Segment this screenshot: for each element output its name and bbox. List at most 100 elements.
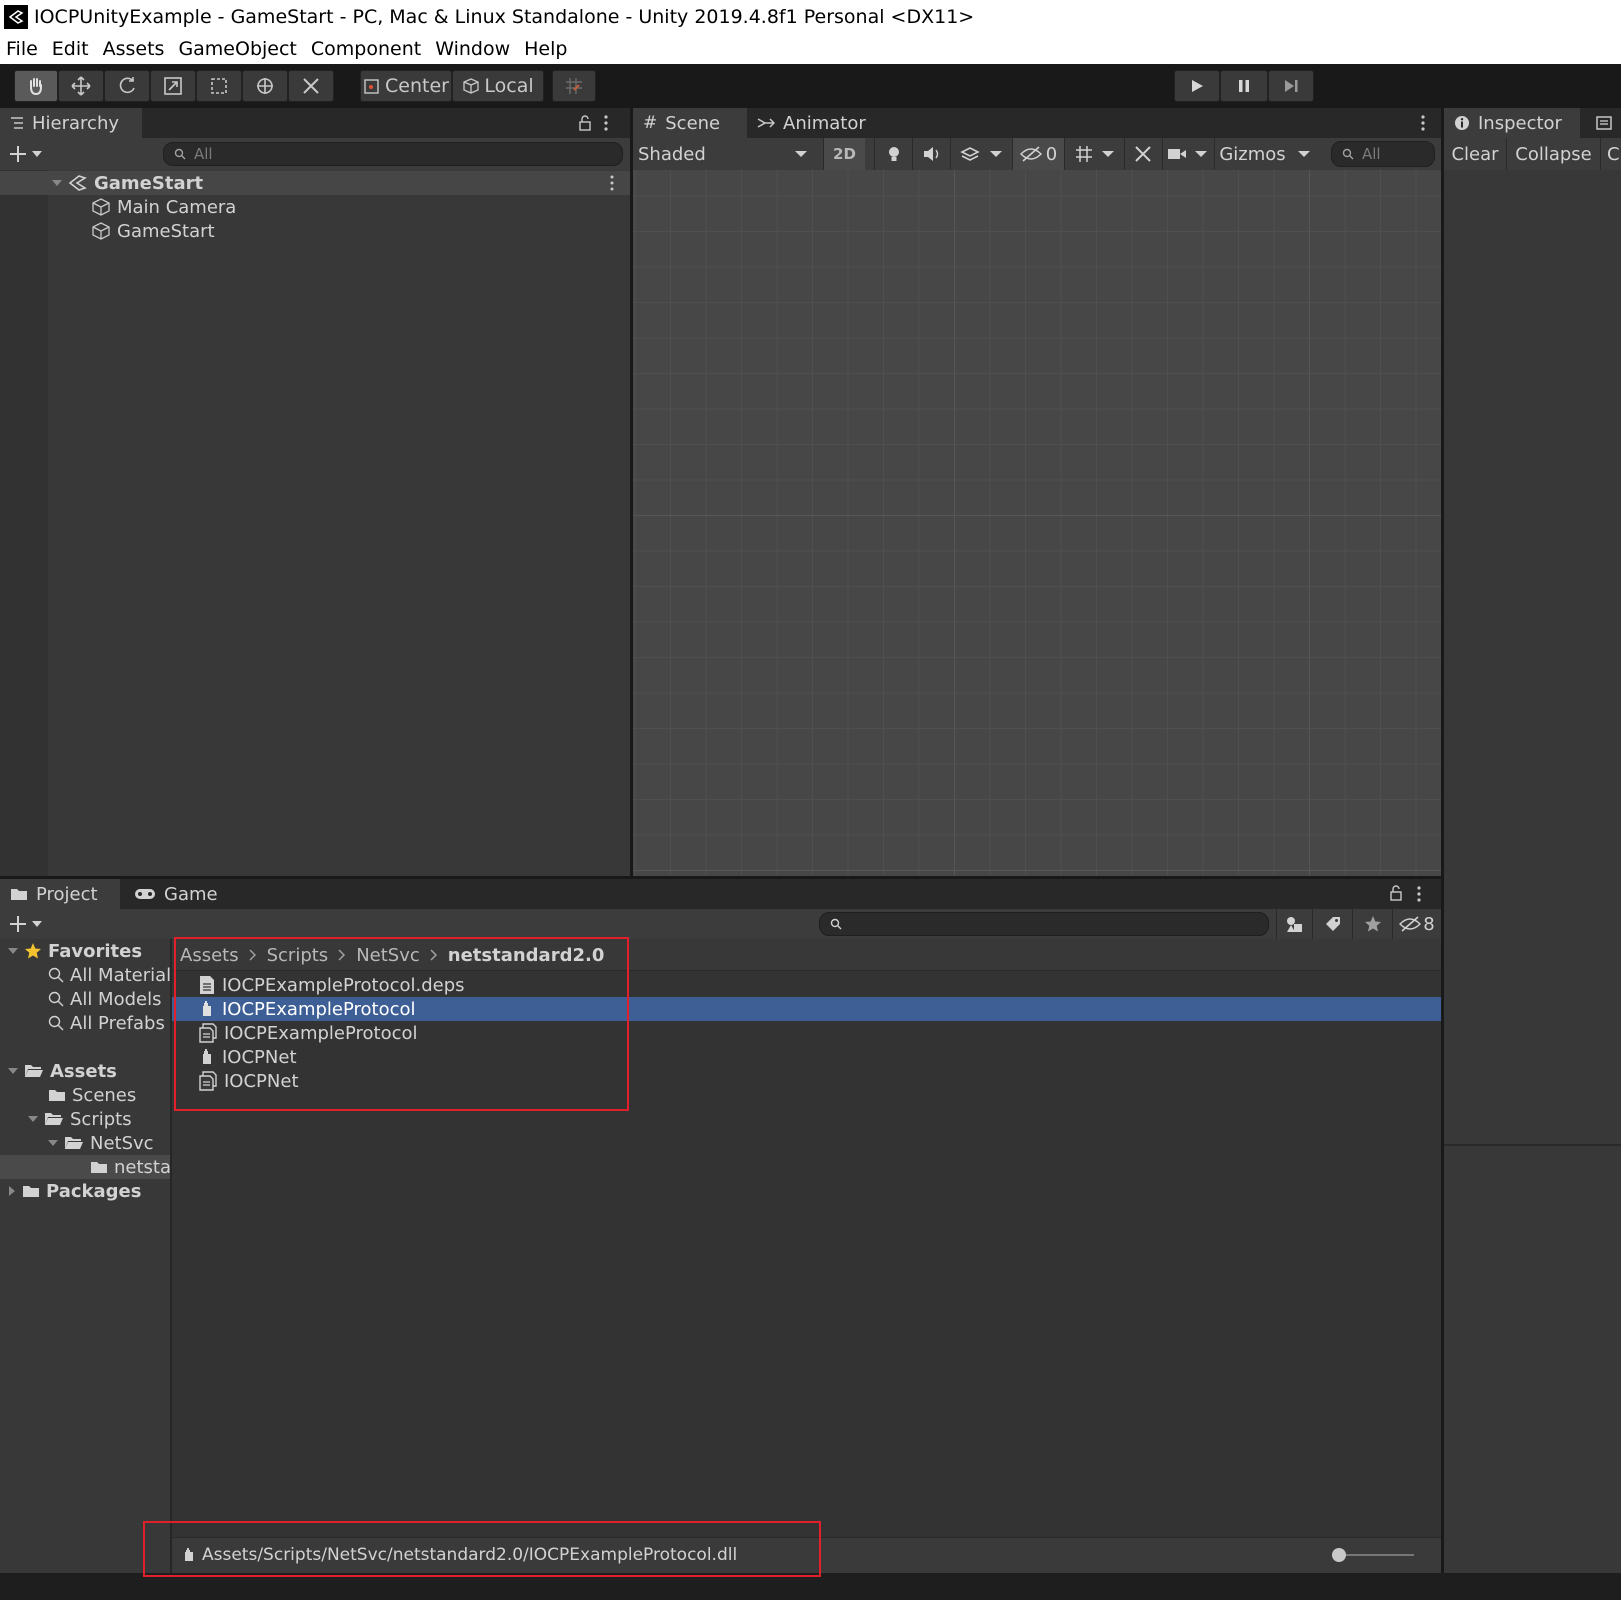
save-search-button[interactable]	[1352, 909, 1392, 939]
hidden-packages-toggle[interactable]: 8	[1392, 909, 1441, 939]
clear-button[interactable]: Clear	[1444, 138, 1506, 170]
scene-search-placeholder: All	[1362, 145, 1381, 163]
grid-snap-button[interactable]	[552, 70, 596, 102]
clear-on-play-button[interactable]: C	[1600, 138, 1621, 170]
pivot-local-button[interactable]: Local	[452, 70, 544, 102]
lock-icon[interactable]	[578, 115, 592, 131]
draw-mode-dropdown[interactable]: Shaded	[633, 138, 815, 170]
clipped-label: C	[1607, 143, 1620, 165]
rotate-tool-button[interactable]	[104, 70, 150, 102]
scene-header[interactable]: GameStart	[52, 171, 203, 195]
rect-tool-button[interactable]	[196, 70, 242, 102]
lighting-toggle[interactable]	[874, 138, 912, 170]
console-divider[interactable]	[1444, 1144, 1621, 1146]
hierarchy-search-input[interactable]: All	[163, 142, 623, 166]
scene-kebab-icon[interactable]	[610, 175, 614, 191]
favorites-item[interactable]: All Prefabs	[48, 1011, 165, 1035]
menu-window[interactable]: Window	[435, 38, 510, 60]
hierarchy-tab-label: Hierarchy	[32, 112, 120, 134]
tree-netstandard[interactable]: netstar	[90, 1155, 170, 1179]
kebab-menu-icon[interactable]	[1421, 114, 1425, 132]
gizmos-dropdown[interactable]: Gizmos	[1214, 138, 1314, 170]
tab-animator[interactable]: Animator	[747, 108, 887, 138]
scene-tools-button[interactable]	[1124, 138, 1160, 170]
menu-bar: File Edit Assets GameObject Component Wi…	[0, 34, 1621, 64]
speaker-icon	[923, 147, 938, 161]
mode-2d-toggle[interactable]: 2D	[823, 138, 865, 170]
transform-tool-button[interactable]	[242, 70, 288, 102]
tab-console[interactable]	[1592, 108, 1621, 138]
pause-button[interactable]	[1220, 70, 1268, 102]
step-button[interactable]	[1268, 70, 1314, 102]
scene-search-input[interactable]: All	[1331, 141, 1435, 167]
star-icon	[25, 943, 41, 959]
create-asset-dropdown[interactable]	[8, 912, 52, 936]
effects-dropdown[interactable]	[950, 138, 1010, 170]
lock-icon[interactable]	[1389, 885, 1403, 901]
create-dropdown-button[interactable]	[8, 142, 52, 166]
favorites-item[interactable]: All Material	[48, 963, 170, 987]
icon-size-slider-thumb[interactable]	[1332, 1548, 1346, 1562]
tree-scenes[interactable]: Scenes	[48, 1083, 136, 1107]
custom-tools-button[interactable]	[288, 70, 334, 102]
search-icon	[174, 148, 186, 160]
hierarchy-item[interactable]: GameStart	[91, 219, 215, 243]
hierarchy-item[interactable]: Main Camera	[91, 195, 236, 219]
search-by-type-button[interactable]	[1276, 909, 1312, 939]
icon-size-slider-track[interactable]	[1338, 1554, 1414, 1556]
star-icon	[1364, 916, 1381, 932]
unity-scene-icon	[68, 175, 87, 191]
scene-hidden-count: 0	[1045, 143, 1058, 165]
folder-icon	[23, 1186, 39, 1197]
tab-game[interactable]: Game	[124, 879, 224, 909]
chevron-down-icon	[1194, 151, 1207, 157]
pivot-center-button[interactable]: Center	[360, 70, 452, 102]
scene-visibility-toggle[interactable]: 0	[1012, 138, 1064, 170]
scene-viewport[interactable]	[633, 170, 1441, 876]
camera-dropdown[interactable]	[1162, 138, 1210, 170]
expand-arrow-icon[interactable]	[8, 1067, 18, 1075]
collapse-arrow-icon[interactable]	[8, 1186, 16, 1196]
gameobject-cube-icon	[92, 198, 110, 216]
play-button[interactable]	[1174, 70, 1220, 102]
tree-assets[interactable]: Assets	[8, 1059, 117, 1083]
tab-scene[interactable]: # Scene	[633, 108, 747, 138]
expand-arrow-icon[interactable]	[28, 1115, 38, 1123]
project-search-input[interactable]	[819, 912, 1269, 936]
scale-tool-button[interactable]	[150, 70, 196, 102]
menu-assets[interactable]: Assets	[103, 38, 165, 60]
favorites-item[interactable]: All Models	[48, 987, 161, 1011]
tree-scripts[interactable]: Scripts	[28, 1107, 132, 1131]
tree-packages-label: Packages	[46, 1180, 142, 1202]
kebab-menu-icon[interactable]	[604, 114, 608, 132]
collapse-button[interactable]: Collapse	[1506, 138, 1600, 170]
hierarchy-item-label: GameStart	[117, 220, 215, 242]
expand-arrow-icon[interactable]	[48, 1139, 58, 1147]
favorites-item-label: All Models	[70, 988, 162, 1010]
clear-label: Clear	[1451, 143, 1499, 165]
search-by-label-button[interactable]	[1312, 909, 1352, 939]
favorites-header[interactable]: Favorites	[8, 939, 142, 963]
rect-transform-icon	[211, 78, 227, 94]
kebab-menu-icon[interactable]	[1417, 885, 1421, 903]
grid-dropdown[interactable]	[1064, 138, 1122, 170]
menu-help[interactable]: Help	[524, 38, 567, 60]
rotate-icon	[119, 77, 135, 94]
tab-hierarchy[interactable]: Hierarchy	[0, 108, 142, 138]
expand-arrow-icon[interactable]	[8, 947, 18, 955]
menu-gameobject[interactable]: GameObject	[178, 38, 296, 60]
hand-tool-button[interactable]	[14, 70, 58, 102]
mode-2d-label: 2D	[833, 145, 856, 163]
tab-project[interactable]: Project	[0, 879, 120, 909]
hierarchy-gutter	[0, 170, 48, 876]
scene-tab-label: Scene	[665, 112, 721, 134]
audio-toggle[interactable]	[912, 138, 950, 170]
tree-netsvc[interactable]: NetSvc	[48, 1131, 154, 1155]
menu-edit[interactable]: Edit	[52, 38, 89, 60]
move-tool-button[interactable]	[58, 70, 104, 102]
tree-packages[interactable]: Packages	[8, 1179, 141, 1203]
expand-arrow-icon[interactable]	[52, 179, 62, 187]
tab-inspector[interactable]: Inspector	[1444, 108, 1580, 138]
menu-component[interactable]: Component	[311, 38, 421, 60]
menu-file[interactable]: File	[6, 38, 38, 60]
